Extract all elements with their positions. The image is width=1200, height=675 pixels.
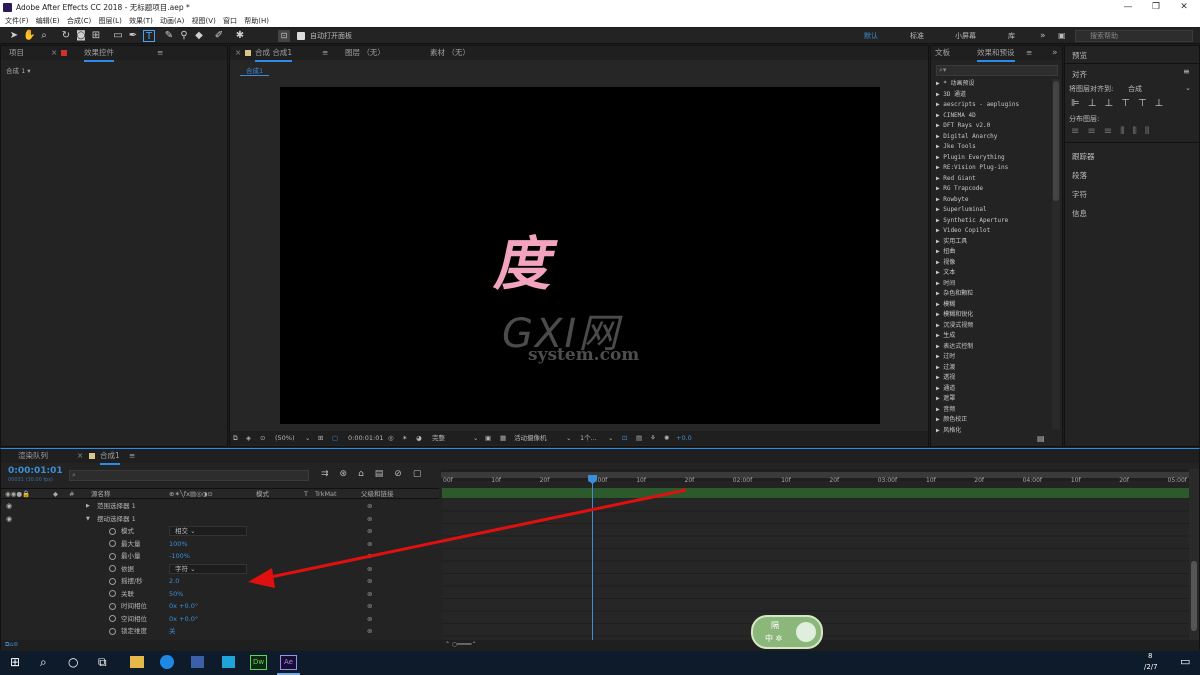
clock-time[interactable]: 8 bbox=[1148, 652, 1152, 660]
annotation-arrow bbox=[248, 488, 687, 588]
arrow-shaft bbox=[265, 488, 687, 580]
os-taskbar: ⊞ ⌕ ○ ⧉ Dw Ae 8 /2/7 ▭ bbox=[0, 651, 1200, 675]
browser-icon[interactable] bbox=[160, 655, 174, 669]
cortana-icon[interactable]: ○ bbox=[68, 655, 78, 669]
task-view-icon[interactable]: ⧉ bbox=[98, 655, 107, 670]
arrow-head bbox=[248, 568, 275, 588]
search-taskbar-icon[interactable]: ⌕ bbox=[40, 655, 47, 670]
badge-line1: 隔 bbox=[771, 621, 779, 630]
ae-window: Adobe After Effects CC 2018 - 无标题项目.aep … bbox=[0, 0, 1200, 675]
dreamweaver-app[interactable]: Dw bbox=[250, 655, 267, 670]
app4-icon[interactable] bbox=[222, 656, 235, 668]
clock-date[interactable]: /2/7 bbox=[1144, 663, 1158, 671]
file-explorer-icon[interactable] bbox=[130, 656, 144, 668]
floating-badge[interactable]: 隔 中 ✲ bbox=[751, 615, 823, 649]
notification-icon[interactable]: ▭ bbox=[1180, 655, 1190, 668]
windows-start-icon[interactable]: ⊞ bbox=[10, 655, 20, 669]
badge-leaf-icon bbox=[796, 622, 816, 642]
after-effects-app[interactable]: Ae bbox=[280, 655, 297, 670]
badge-line2: 中 ✲ bbox=[765, 634, 783, 643]
app3-icon[interactable] bbox=[191, 656, 204, 668]
